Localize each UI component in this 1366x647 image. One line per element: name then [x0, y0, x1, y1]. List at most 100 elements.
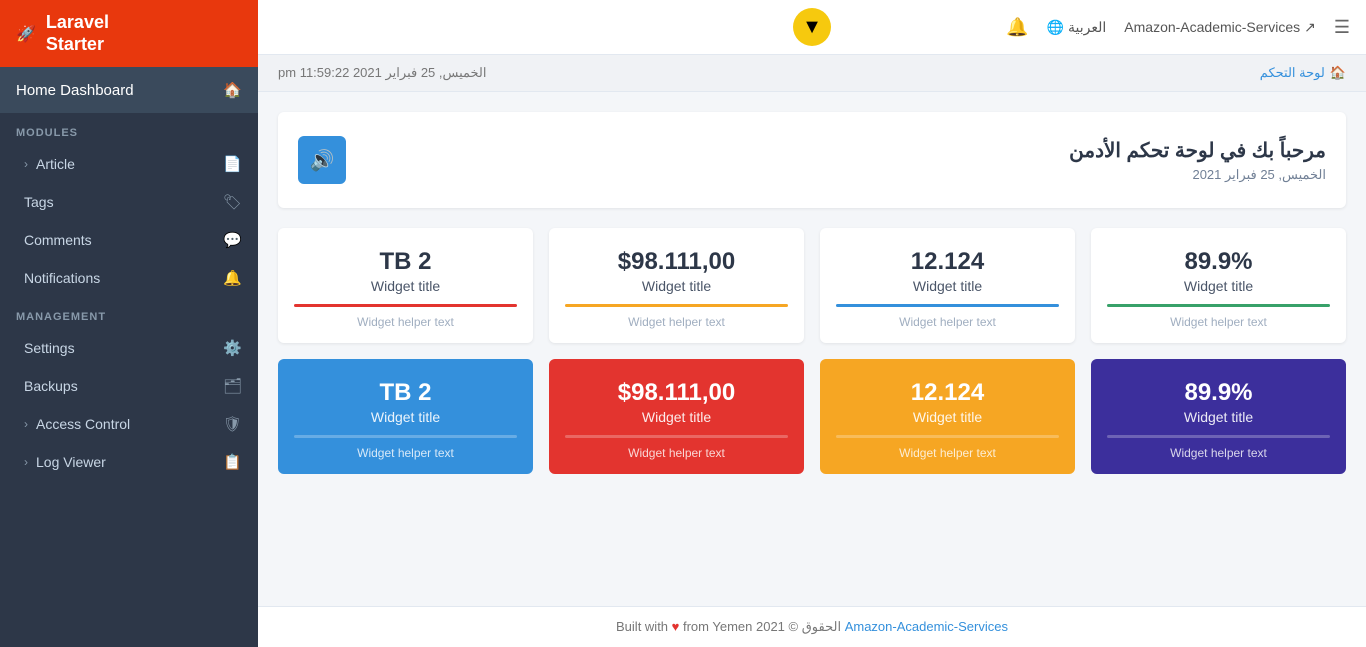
- widget-value: TB 2: [294, 379, 517, 407]
- white-widget-2: 12.124 Widget title Widget helper text: [820, 228, 1075, 343]
- comments-icon: 💬: [223, 231, 242, 249]
- widget-divider: [1107, 435, 1330, 438]
- log-viewer-icon: 📋: [223, 453, 242, 471]
- widget-divider: [565, 435, 788, 438]
- widget-value: TB 2: [294, 248, 517, 276]
- widget-helper: Widget helper text: [294, 446, 517, 460]
- service-link[interactable]: Amazon-Academic-Services ↗: [1124, 19, 1316, 36]
- colored-widgets-grid: TB 2 Widget title Widget helper text $98…: [278, 359, 1346, 474]
- widget-title: Widget title: [836, 409, 1059, 425]
- widget-divider: [1107, 304, 1330, 307]
- sidebar-item-backups[interactable]: Backups 🗂: [0, 367, 258, 405]
- widget-title: Widget title: [1107, 409, 1330, 425]
- colored-widget-0: TB 2 Widget title Widget helper text: [278, 359, 533, 474]
- white-widget-0: TB 2 Widget title Widget helper text: [278, 228, 533, 343]
- sidebar: 🚀 Laravel Starter Home Dashboard 🏠 MODUL…: [0, 0, 258, 647]
- sidebar-item-article[interactable]: › Article 📄: [0, 145, 258, 183]
- settings-label: Settings: [24, 340, 75, 356]
- footer: Built with ♥ from Yemen 2021 © الحقوق Am…: [258, 606, 1366, 647]
- widget-divider: [565, 304, 788, 307]
- widget-value: 89.9%: [1107, 379, 1330, 407]
- chevron-right-icon: ›: [24, 157, 28, 171]
- service-name: Amazon-Academic-Services: [1124, 19, 1300, 35]
- backups-icon: 🗂: [223, 377, 242, 395]
- home-dashboard-icon: 🏠: [223, 81, 242, 99]
- logo-icon: ▼: [802, 16, 822, 39]
- sidebar-item-tags[interactable]: Tags 🏷: [0, 183, 258, 221]
- sidebar-section-modules: MODULES: [0, 113, 258, 145]
- widget-helper: Widget helper text: [565, 315, 788, 329]
- widget-value: $98.111,00: [565, 248, 788, 276]
- heart-icon: ♥: [672, 619, 680, 634]
- sidebar-item-comments[interactable]: Comments 💬: [0, 221, 258, 259]
- home-icon: 🏠: [1330, 65, 1346, 81]
- widget-divider: [294, 304, 517, 307]
- topnav-right: 🔔 🌐 العربية Amazon-Academic-Services ↗ ☰: [1006, 17, 1350, 38]
- bell-icon[interactable]: 🔔: [1006, 17, 1028, 38]
- home-dashboard-label: Home Dashboard: [16, 82, 134, 99]
- sidebar-brand: 🚀 Laravel Starter: [0, 0, 258, 67]
- widget-helper: Widget helper text: [1107, 315, 1330, 329]
- widget-title: Widget title: [294, 409, 517, 425]
- sidebar-section-management: MANAGEMENT: [0, 297, 258, 329]
- widget-title: Widget title: [836, 278, 1059, 294]
- footer-year: 2021 © الحقوق: [756, 619, 845, 634]
- backups-label: Backups: [24, 378, 78, 394]
- topnav-logo-area: ▼: [793, 8, 831, 46]
- widget-value: $98.111,00: [565, 379, 788, 407]
- external-link-icon: ↗: [1304, 19, 1316, 36]
- welcome-date: الخميس, 25 فبراير 2021: [1069, 167, 1326, 183]
- white-widgets-grid: TB 2 Widget title Widget helper text $98…: [278, 228, 1346, 343]
- widget-helper: Widget helper text: [1107, 446, 1330, 460]
- widget-title: Widget title: [294, 278, 517, 294]
- article-icon: 📄: [223, 155, 242, 173]
- chevron-right-icon-ac: ›: [24, 417, 28, 431]
- speaker-icon: 🔊: [310, 148, 335, 173]
- widget-divider: [294, 435, 517, 438]
- welcome-text: مرحباً بك في لوحة تحكم الأدمن الخميس, 25…: [1069, 138, 1326, 183]
- breadcrumb-link[interactable]: 🏠 لوحة التحكم: [1260, 65, 1346, 81]
- sidebar-item-settings[interactable]: Settings ⚙️: [0, 329, 258, 367]
- speaker-button[interactable]: 🔊: [298, 136, 346, 184]
- sidebar-item-home-dashboard[interactable]: Home Dashboard 🏠: [0, 67, 258, 113]
- sidebar-item-access-control[interactable]: › Access Control 🛡: [0, 405, 258, 443]
- rocket-icon: 🚀: [16, 24, 36, 44]
- widget-title: Widget title: [565, 278, 788, 294]
- language-label: العربية: [1068, 19, 1106, 36]
- hamburger-button[interactable]: ☰: [1334, 17, 1350, 38]
- sidebar-item-notifications[interactable]: Notifications 🔔: [0, 259, 258, 297]
- breadcrumb-bar: 🏠 لوحة التحكم الخميس, 25 فبراير 2021 11:…: [258, 55, 1366, 92]
- topnav-logo: ▼: [793, 8, 831, 46]
- widget-value: 12.124: [836, 248, 1059, 276]
- breadcrumb-label: لوحة التحكم: [1260, 65, 1325, 81]
- footer-link[interactable]: Amazon-Academic-Services: [845, 619, 1008, 634]
- widget-helper: Widget helper text: [836, 315, 1059, 329]
- page-content: 🔊 مرحباً بك في لوحة تحكم الأدمن الخميس, …: [258, 92, 1366, 606]
- widget-divider: [836, 304, 1059, 307]
- tags-label: Tags: [24, 194, 54, 210]
- sidebar-item-log-viewer[interactable]: › Log Viewer 📋: [0, 443, 258, 481]
- footer-text: Built with ♥ from Yemen: [616, 619, 756, 634]
- welcome-card: 🔊 مرحباً بك في لوحة تحكم الأدمن الخميس, …: [278, 112, 1346, 208]
- colored-widget-1: $98.111,00 Widget title Widget helper te…: [549, 359, 804, 474]
- language-icon: 🌐: [1047, 19, 1064, 36]
- white-widget-3: 89.9% Widget title Widget helper text: [1091, 228, 1346, 343]
- main-content: ▼ 🔔 🌐 العربية Amazon-Academic-Services ↗…: [258, 0, 1366, 647]
- access-control-label: Access Control: [36, 416, 130, 432]
- settings-icon: ⚙️: [223, 339, 242, 357]
- widget-title: Widget title: [1107, 278, 1330, 294]
- widget-value: 89.9%: [1107, 248, 1330, 276]
- log-viewer-label: Log Viewer: [36, 454, 106, 470]
- welcome-title: مرحباً بك في لوحة تحكم الأدمن: [1069, 138, 1326, 163]
- widget-helper: Widget helper text: [294, 315, 517, 329]
- colored-widget-3: 89.9% Widget title Widget helper text: [1091, 359, 1346, 474]
- notifications-icon: 🔔: [223, 269, 242, 287]
- language-switcher[interactable]: 🌐 العربية: [1047, 19, 1107, 36]
- comments-label: Comments: [24, 232, 92, 248]
- tags-icon: 🏷: [223, 193, 242, 211]
- brand-name: Laravel Starter: [46, 12, 109, 55]
- topnav: ▼ 🔔 🌐 العربية Amazon-Academic-Services ↗…: [258, 0, 1366, 55]
- widget-title: Widget title: [565, 409, 788, 425]
- white-widget-1: $98.111,00 Widget title Widget helper te…: [549, 228, 804, 343]
- breadcrumb-datetime: الخميس, 25 فبراير 2021 11:59:22 pm: [278, 65, 486, 81]
